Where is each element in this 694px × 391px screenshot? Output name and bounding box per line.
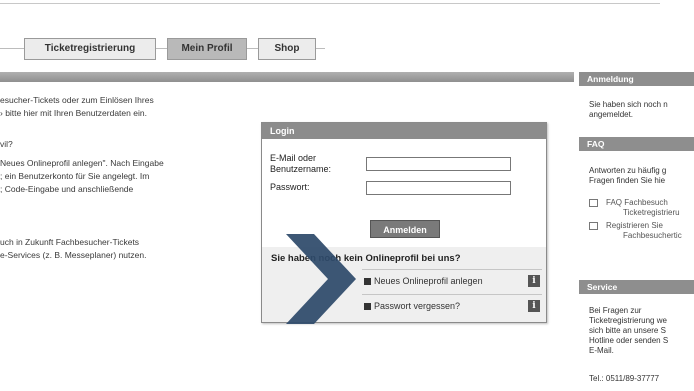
- main-text-line: esucher-Tickets oder zum Einlösen Ihres: [0, 95, 154, 105]
- link-text: FAQ Fachbesuch: [606, 198, 668, 207]
- bullet-icon: [364, 278, 371, 286]
- top-divider: [0, 3, 660, 4]
- link-text: Fachbesuchertic: [623, 231, 682, 240]
- link-text: Ticketregistrieru: [623, 208, 680, 217]
- arrow-chevron-icon: [286, 234, 356, 324]
- sidebar-service-header: Service: [579, 280, 694, 294]
- main-text-line: › bitte hier mit Ihren Benutzerdaten ein…: [0, 108, 147, 118]
- forgot-password-link-text: Passwort vergessen?: [374, 301, 461, 311]
- main-text-line: ; ein Benutzerkonto für Sie angelegt. Im: [0, 171, 150, 181]
- sidebar-anmeldung-text: angemeldet.: [589, 110, 634, 119]
- main-text-line: ; Code-Eingabe und anschließende: [0, 184, 134, 194]
- main-text-line: uch in Zukunft Fachbesucher-Tickets: [0, 237, 140, 247]
- main-header-bar: [0, 72, 574, 82]
- email-label: E-Mail oder: [270, 153, 317, 163]
- link-text: Registrieren Sie: [606, 221, 663, 230]
- document-icon: [589, 198, 598, 207]
- sidebar-faq-text: Antworten zu häufig g: [589, 166, 667, 175]
- tab-shop[interactable]: Shop: [258, 38, 316, 60]
- sidebar-service-phone: Tel.: 0511/89-37777: [589, 374, 660, 383]
- forgot-password-link[interactable]: Passwort vergessen?: [364, 301, 460, 311]
- password-field[interactable]: [366, 181, 511, 195]
- main-text-line: vil?: [0, 139, 13, 149]
- sidebar-service-text: Ticketregistrierung we: [589, 316, 667, 325]
- sidebar-faq-link[interactable]: FAQ Fachbesuch Ticketregistrieru: [589, 198, 694, 218]
- tab-ticketregistrierung[interactable]: Ticketregistrierung: [24, 38, 156, 60]
- main-text-line: Neues Onlineprofil anlegen". Nach Eingab…: [0, 158, 164, 168]
- tab-bar: Ticketregistrierung Mein Profil Shop: [0, 38, 330, 60]
- email-label: Benutzername:: [270, 164, 332, 174]
- divider: [362, 269, 542, 270]
- main-text-line: e-Services (z. B. Messeplaner) nutzen.: [0, 250, 147, 260]
- sidebar-anmeldung-text: Sie haben sich noch n: [589, 100, 668, 109]
- email-field[interactable]: [366, 157, 511, 171]
- tab-mein-profil[interactable]: Mein Profil: [167, 38, 247, 60]
- sidebar-faq-text: Fragen finden Sie hie: [589, 176, 666, 185]
- sidebar-service-text: sich bitte an unsere S: [589, 326, 666, 335]
- sidebar-faq-header: FAQ: [579, 137, 694, 151]
- document-icon: [589, 221, 598, 230]
- info-icon[interactable]: i: [528, 275, 540, 287]
- bullet-icon: [364, 303, 371, 311]
- sidebar-service-text: Hotline oder senden S: [589, 336, 669, 345]
- sidebar-anmeldung-header: Anmeldung: [579, 72, 694, 86]
- sidebar-service-text: Bei Fragen zur: [589, 306, 642, 315]
- divider: [362, 294, 542, 295]
- login-title: Login: [262, 123, 546, 139]
- sidebar-service-text: E-Mail.: [589, 346, 614, 355]
- anmelden-button[interactable]: Anmelden: [370, 220, 440, 238]
- sidebar-faq-link[interactable]: Registrieren Sie Fachbesuchertic: [589, 221, 694, 241]
- info-icon[interactable]: i: [528, 300, 540, 312]
- new-profile-link[interactable]: Neues Onlineprofil anlegen: [364, 276, 483, 286]
- new-profile-link-text: Neues Onlineprofil anlegen: [374, 276, 483, 286]
- password-label: Passwort:: [270, 182, 310, 192]
